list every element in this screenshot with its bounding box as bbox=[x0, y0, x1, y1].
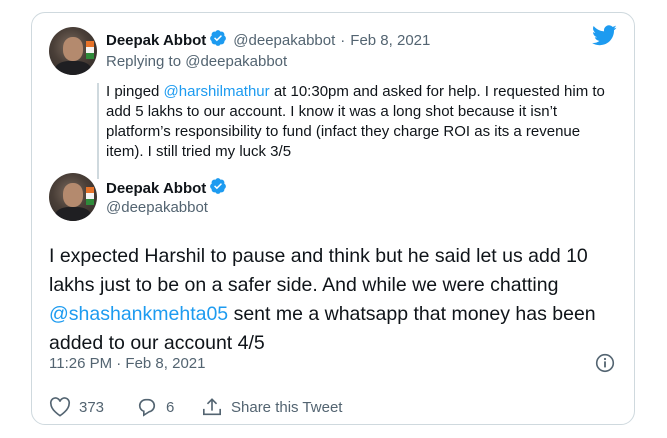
avatar-face bbox=[63, 183, 83, 207]
main-avatar[interactable] bbox=[49, 173, 97, 221]
avatar-flag bbox=[86, 41, 94, 59]
replying-prefix: Replying to bbox=[106, 53, 186, 70]
mention-shashankmehta05[interactable]: @shashankmehta05 bbox=[49, 303, 228, 325]
main-tweet-text: I expected Harshil to pause and think bu… bbox=[49, 242, 629, 358]
avatar-shirt bbox=[55, 61, 91, 75]
info-icon[interactable] bbox=[595, 353, 615, 378]
replying-to-line: Replying to @deepakabbot bbox=[106, 53, 287, 70]
parent-author-name[interactable]: Deepak Abbot bbox=[106, 32, 206, 49]
share-icon bbox=[203, 398, 221, 416]
parent-avatar[interactable] bbox=[49, 27, 97, 75]
mention-harshilmathur[interactable]: @harshilmathur bbox=[164, 83, 270, 100]
main-author-name[interactable]: Deepak Abbot bbox=[106, 180, 206, 197]
main-text-start: I expected Harshil to pause and think bu… bbox=[49, 245, 588, 296]
avatar-flag bbox=[86, 187, 94, 205]
verified-badge-icon bbox=[209, 177, 227, 200]
share-label: Share this Tweet bbox=[231, 398, 343, 416]
parent-author-handle[interactable]: @deepakabbot bbox=[233, 32, 335, 49]
reply-action[interactable]: 6 bbox=[136, 397, 174, 417]
like-action[interactable]: 373 bbox=[49, 397, 104, 417]
twitter-logo-icon[interactable] bbox=[592, 25, 617, 51]
reply-count: 6 bbox=[166, 398, 175, 416]
heart-icon bbox=[49, 397, 71, 417]
main-author-handle[interactable]: @deepakabbot bbox=[106, 199, 208, 216]
like-count: 373 bbox=[79, 398, 105, 416]
share-action[interactable]: Share this Tweet bbox=[201, 397, 342, 417]
header-separator: · bbox=[340, 32, 346, 49]
tweet-timestamp[interactable]: 11:26 PM · Feb 8, 2021 bbox=[49, 355, 205, 372]
parent-text-start: I pinged bbox=[106, 83, 164, 100]
reply-icon bbox=[138, 398, 156, 417]
parent-tweet-text: I pinged @harshilmathur at 10:30pm and a… bbox=[106, 82, 611, 162]
main-author-name-row: Deepak Abbot bbox=[106, 177, 227, 200]
parent-date[interactable]: Feb 8, 2021 bbox=[350, 32, 430, 49]
thread-line bbox=[97, 83, 99, 179]
verified-badge-icon bbox=[209, 29, 227, 52]
tweet-embed-card: Deepak Abbot @deepakabbot · Feb 8, 2021 … bbox=[31, 12, 635, 425]
avatar-face bbox=[63, 37, 83, 61]
avatar-shirt bbox=[55, 207, 91, 221]
replying-to-link[interactable]: @deepakabbot bbox=[185, 53, 287, 70]
parent-header: Deepak Abbot @deepakabbot · Feb 8, 2021 bbox=[106, 29, 430, 52]
